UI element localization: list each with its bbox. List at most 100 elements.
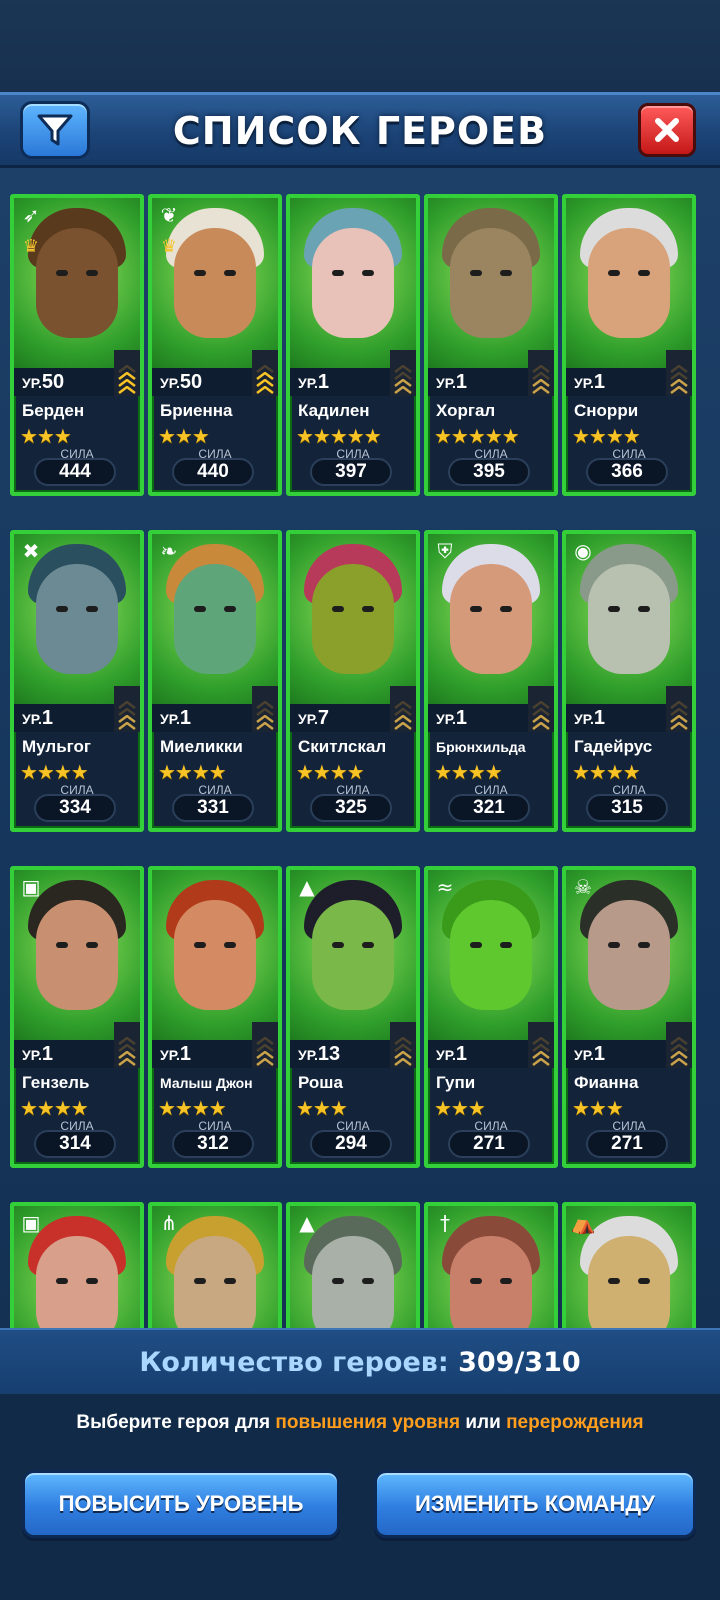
hero-name: Гензель	[22, 1073, 90, 1092]
hero-portrait: †	[428, 1206, 554, 1328]
hero-card[interactable]: УР.1 Снорри ★★★★ СИЛА 366	[562, 194, 696, 496]
hero-power: 334	[34, 794, 116, 822]
hero-level: УР.1	[298, 371, 329, 393]
eye	[362, 270, 374, 276]
trophy-icon: ♛	[22, 236, 40, 257]
rank-chevron-icon	[666, 1022, 692, 1068]
hero-stars: ★★★★	[20, 1096, 89, 1120]
hero-portrait	[290, 534, 416, 704]
eye	[56, 606, 68, 612]
hero-card[interactable]: ▲	[286, 1202, 420, 1328]
hero-face	[588, 564, 670, 674]
level-bar: УР.1	[428, 686, 554, 732]
rank-chevron-icon	[114, 1022, 140, 1068]
hero-face	[36, 900, 118, 1010]
hero-face	[450, 564, 532, 674]
hero-card[interactable]: ❧ УР.1 Миеликки ★★★★ СИЛА 331	[148, 530, 282, 832]
hero-card[interactable]: ✖ УР.1 Мульгог ★★★★ СИЛА 334	[10, 530, 144, 832]
rank-chevron-icon	[528, 1022, 554, 1068]
hero-card[interactable]: ⛨ УР.1 Брюнхильда ★★★★ СИЛА 321	[424, 530, 558, 832]
hero-portrait: ▣	[14, 1206, 140, 1328]
leaf-icon: ❦	[160, 203, 178, 227]
rank-chevron-icon	[666, 350, 692, 396]
hero-card[interactable]: ❦ ♛ УР.50 Бриенна ★★★ СИЛА 440	[148, 194, 282, 496]
hero-portrait: ☠	[566, 870, 692, 1040]
rank-chevron-icon	[528, 350, 554, 396]
rank-chevron-icon	[666, 686, 692, 732]
hero-card[interactable]: УР.1 Кадилен ★★★★★ СИЛА 397	[286, 194, 420, 496]
eye	[500, 270, 512, 276]
rank-chevron-icon	[114, 350, 140, 396]
hero-card[interactable]: УР.1 Малыш Джон ★★★★ СИЛА 312	[148, 866, 282, 1168]
hero-card[interactable]: ▣	[10, 1202, 144, 1328]
hero-power: 440	[172, 458, 254, 486]
sword-icon: †	[440, 1211, 450, 1235]
hero-face	[312, 564, 394, 674]
hero-name: Миеликки	[160, 737, 243, 756]
eye	[608, 1278, 620, 1284]
hero-power: 271	[586, 1130, 668, 1158]
eye	[224, 942, 236, 948]
hero-card[interactable]: ➶ ♛ УР.50 Берден ★★★ СИЛА 444	[10, 194, 144, 496]
hero-power: 444	[34, 458, 116, 486]
eye	[608, 942, 620, 948]
eye	[362, 942, 374, 948]
hero-stars: ★★★	[296, 1096, 348, 1120]
hero-count-label: Количество героев:	[139, 1347, 449, 1378]
eye	[194, 942, 206, 948]
hero-power: 397	[310, 458, 392, 486]
hero-card[interactable]: ▲ УР.13 Роша ★★★ СИЛА 294	[286, 866, 420, 1168]
hero-level: УР.1	[436, 371, 467, 393]
hero-power: 314	[34, 1130, 116, 1158]
hero-card[interactable]: ▣ УР.1 Гензель ★★★★ СИЛА 314	[10, 866, 144, 1168]
hero-face	[312, 1236, 394, 1328]
hero-card[interactable]: УР.1 Хоргал ★★★★★ СИЛА 395	[424, 194, 558, 496]
hero-face	[174, 900, 256, 1010]
hero-stars: ★★★	[434, 1096, 486, 1120]
eye	[470, 270, 482, 276]
level-bar: УР.1	[566, 686, 692, 732]
hero-face	[174, 228, 256, 338]
hero-level: УР.1	[574, 707, 605, 729]
hero-level: УР.50	[22, 371, 65, 393]
level-bar: УР.1	[566, 1022, 692, 1068]
rank-chevron-icon	[390, 350, 416, 396]
hero-card[interactable]: ☠ УР.1 Фианна ★★★ СИЛА 271	[562, 866, 696, 1168]
level-bar: УР.1	[14, 1022, 140, 1068]
close-x-icon	[655, 118, 679, 142]
hero-power: 331	[172, 794, 254, 822]
hero-card[interactable]: ◉ УР.1 Гадейрус ★★★★ СИЛА 315	[562, 530, 696, 832]
hero-level: УР.1	[436, 707, 467, 729]
level-up-button[interactable]: ПОВЫСИТЬ УРОВЕНЬ	[22, 1470, 340, 1538]
spellbook-icon: ▣	[21, 875, 41, 899]
hero-power: 315	[586, 794, 668, 822]
hero-count-value: 309/310	[458, 1347, 581, 1378]
hero-stars: ★★★★	[572, 760, 641, 784]
level-bar: УР.50	[152, 350, 278, 396]
change-team-button[interactable]: ИЗМЕНИТЬ КОМАНДУ	[374, 1470, 696, 1538]
hero-card[interactable]: †	[424, 1202, 558, 1328]
eye	[362, 1278, 374, 1284]
bow-icon: ➶	[22, 203, 40, 227]
hero-card[interactable]: ≈ УР.1 Гупи ★★★ СИЛА 271	[424, 866, 558, 1168]
hero-name: Берден	[22, 401, 85, 420]
hero-list[interactable]: ➶ ♛ УР.50 Берден ★★★ СИЛА 444 ❦ ♛ УР.50 Бриенна ★★★…	[0, 168, 720, 1328]
close-button[interactable]	[638, 103, 696, 157]
hero-face	[450, 900, 532, 1010]
rank-chevron-icon	[390, 1022, 416, 1068]
hero-face	[588, 228, 670, 338]
hint-part: или	[460, 1412, 507, 1433]
status-bar-area	[0, 0, 720, 92]
eye	[470, 606, 482, 612]
hero-power: 312	[172, 1130, 254, 1158]
hero-portrait	[566, 198, 692, 368]
hero-card[interactable]: ⋔	[148, 1202, 282, 1328]
hero-card[interactable]: УР.7 Скитлскал ★★★★ СИЛА 325	[286, 530, 420, 832]
hero-portrait: ⛨	[428, 534, 554, 704]
level-bar: УР.7	[290, 686, 416, 732]
hero-portrait: ▲	[290, 870, 416, 1040]
hero-card[interactable]: ⛺	[562, 1202, 696, 1328]
hero-power: 325	[310, 794, 392, 822]
hero-face	[588, 1236, 670, 1328]
eye	[56, 270, 68, 276]
